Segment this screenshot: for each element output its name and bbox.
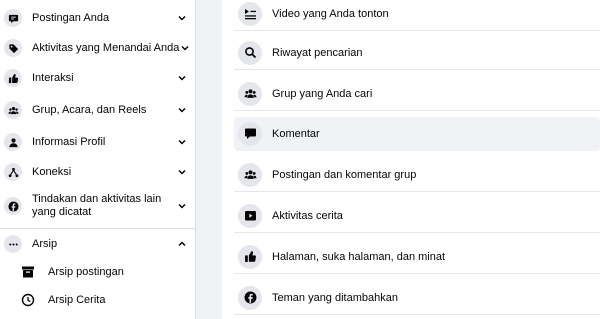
chevron-down-icon[interactable]	[176, 12, 188, 24]
sidebar-item-informasi-profil[interactable]: Informasi Profil	[0, 132, 196, 152]
sidebar-subitem-arsip-postingan[interactable]: Arsip postingan	[20, 264, 124, 280]
list-item-label: Komentar	[272, 127, 320, 140]
list-item-label: Video yang Anda tonton	[272, 7, 389, 20]
comment-icon	[238, 121, 262, 146]
clock-history-icon	[20, 292, 36, 308]
people-icon	[4, 101, 22, 119]
list-item-label: Halaman, suka halaman, dan minat	[272, 250, 446, 263]
thumbs-up-icon	[4, 69, 22, 87]
list-item-halaman-minat[interactable]: Halaman, suka halaman, dan minat	[234, 240, 600, 274]
facebook-icon	[238, 285, 262, 310]
activity-category-list: Video yang Anda tonton Riwayat pencarian…	[222, 0, 600, 319]
chevron-down-icon[interactable]	[176, 166, 188, 178]
list-item-label: Aktivitas cerita	[272, 209, 343, 222]
sidebar-item-postingan-anda[interactable]: Postingan Anda	[0, 8, 196, 28]
search-icon	[238, 40, 262, 65]
sidebar-item-label: Arsip	[32, 237, 58, 250]
person-icon	[4, 133, 22, 151]
list-item-label: Riwayat pencarian	[272, 46, 363, 59]
list-item-grup-dicari[interactable]: Grup yang Anda cari	[234, 77, 600, 111]
list-item-label: Grup yang Anda cari	[272, 87, 373, 100]
chevron-up-icon[interactable]	[176, 238, 188, 250]
facebook-icon	[4, 197, 22, 215]
sidebar-item-koneksi[interactable]: Koneksi	[0, 162, 196, 182]
thumbs-up-icon	[238, 244, 262, 269]
sidebar-item-label: Koneksi	[32, 165, 72, 178]
sidebar-item-label: Aktivitas yang Menandai Anda	[32, 41, 180, 54]
sidebar-item-arsip[interactable]: Arsip	[0, 234, 196, 254]
story-icon	[238, 203, 262, 228]
archive-box-icon	[20, 264, 36, 280]
sidebar-item-grup-acara-reels[interactable]: Grup, Acara, dan Reels	[0, 100, 196, 120]
playlist-icon	[238, 1, 262, 26]
sidebar-subitem-arsip-cerita[interactable]: Arsip Cerita	[20, 292, 105, 308]
list-item-teman-ditambahkan[interactable]: Teman yang ditambahkan	[234, 281, 600, 315]
sidebar-item-label: Grup, Acara, dan Reels	[32, 103, 147, 116]
people-icon	[238, 81, 262, 106]
sidebar-divider	[0, 228, 196, 229]
chevron-down-icon[interactable]	[176, 72, 188, 84]
sidebar-subitem-label: Arsip postingan	[48, 266, 124, 278]
sidebar-item-aktivitas-menandai[interactable]: Aktivitas yang Menandai Anda	[0, 38, 196, 58]
list-item-video-ditonton[interactable]: Video yang Anda tonton	[234, 0, 600, 31]
list-item-label: Postingan dan komentar grup	[272, 168, 417, 181]
sidebar-item-label: Informasi Profil	[32, 135, 106, 148]
sidebar-item-interaksi[interactable]: Interaksi	[0, 68, 196, 88]
list-item-aktivitas-cerita[interactable]: Aktivitas cerita	[234, 199, 600, 233]
list-item-label: Teman yang ditambahkan	[272, 291, 398, 304]
sidebar-item-label: Interaksi	[32, 71, 74, 84]
chevron-down-icon[interactable]	[176, 136, 188, 148]
connections-icon	[4, 163, 22, 181]
speech-bubble-icon	[4, 9, 22, 27]
chevron-down-icon[interactable]	[179, 42, 191, 54]
list-item-postingan-komentar-grup[interactable]: Postingan dan komentar grup	[234, 158, 600, 192]
list-item-riwayat-pencarian[interactable]: Riwayat pencarian	[234, 36, 600, 70]
chevron-down-icon[interactable]	[176, 104, 188, 116]
people-icon	[238, 162, 262, 187]
tag-icon	[4, 39, 22, 57]
sidebar-item-label: Postingan Anda	[32, 11, 110, 24]
sidebar-item-label: Tindakan dan aktivitas lain yang dicatat	[32, 193, 162, 218]
chevron-down-icon[interactable]	[176, 200, 188, 212]
sidebar-subitem-label: Arsip Cerita	[48, 294, 106, 306]
more-dots-icon	[4, 235, 22, 253]
sidebar-item-tindakan-lain[interactable]: Tindakan dan aktivitas lain yang dicatat	[0, 192, 196, 220]
list-item-komentar[interactable]: Komentar	[234, 117, 600, 151]
activity-log-sidebar: Postingan Anda Aktivitas yang Menandai A…	[0, 0, 196, 319]
